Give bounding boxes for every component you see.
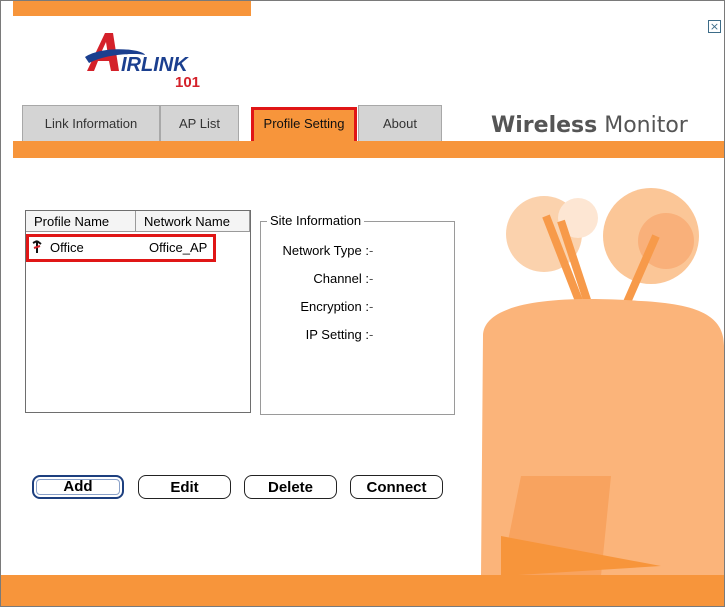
add-button[interactable]: Add: [32, 475, 124, 499]
tab-about[interactable]: About: [358, 105, 442, 141]
column-header-network-name[interactable]: Network Name: [136, 211, 250, 232]
top-accent-bar: [13, 1, 251, 16]
site-information-title: Site Information: [267, 213, 365, 228]
list-header: Profile Name Network Name: [26, 211, 250, 232]
network-type-field: Network Type :-: [275, 243, 374, 258]
tab-link-information[interactable]: Link Information: [22, 105, 160, 141]
ip-setting-field: IP Setting :-: [275, 327, 374, 342]
tab-ap-list[interactable]: AP List: [160, 105, 239, 141]
brand-light: Monitor: [597, 113, 688, 138]
delete-button[interactable]: Delete: [244, 475, 337, 499]
encryption-label: Encryption :: [300, 299, 369, 314]
encryption-value: -: [369, 299, 374, 314]
channel-value: -: [369, 271, 374, 286]
encryption-field: Encryption :-: [275, 299, 373, 314]
router-illustration: [461, 176, 724, 586]
channel-field: Channel :-: [275, 271, 373, 286]
brand-bold: Wireless: [491, 113, 598, 138]
selected-row-highlight: [26, 234, 216, 262]
ip-setting-value: -: [369, 327, 374, 342]
tab-profile-setting[interactable]: Profile Setting: [251, 107, 357, 144]
close-icon[interactable]: ×: [708, 20, 721, 33]
connect-button[interactable]: Connect: [350, 475, 443, 499]
tab-underline-bar: [13, 141, 724, 158]
logo-number: 101: [175, 74, 201, 91]
ip-setting-label: IP Setting :: [305, 327, 369, 342]
edit-button[interactable]: Edit: [138, 475, 231, 499]
column-header-profile-name[interactable]: Profile Name: [26, 211, 136, 232]
network-type-label: Network Type :: [282, 243, 369, 258]
wireless-monitor-window: × IRLINK 101 Link Information AP List Pr…: [0, 0, 725, 607]
wireless-monitor-title: Wireless Monitor: [491, 113, 688, 138]
network-type-value: -: [369, 243, 374, 258]
bottom-accent-bar: [1, 575, 724, 606]
airlink-logo: IRLINK 101: [83, 27, 223, 91]
channel-label: Channel :: [313, 271, 369, 286]
